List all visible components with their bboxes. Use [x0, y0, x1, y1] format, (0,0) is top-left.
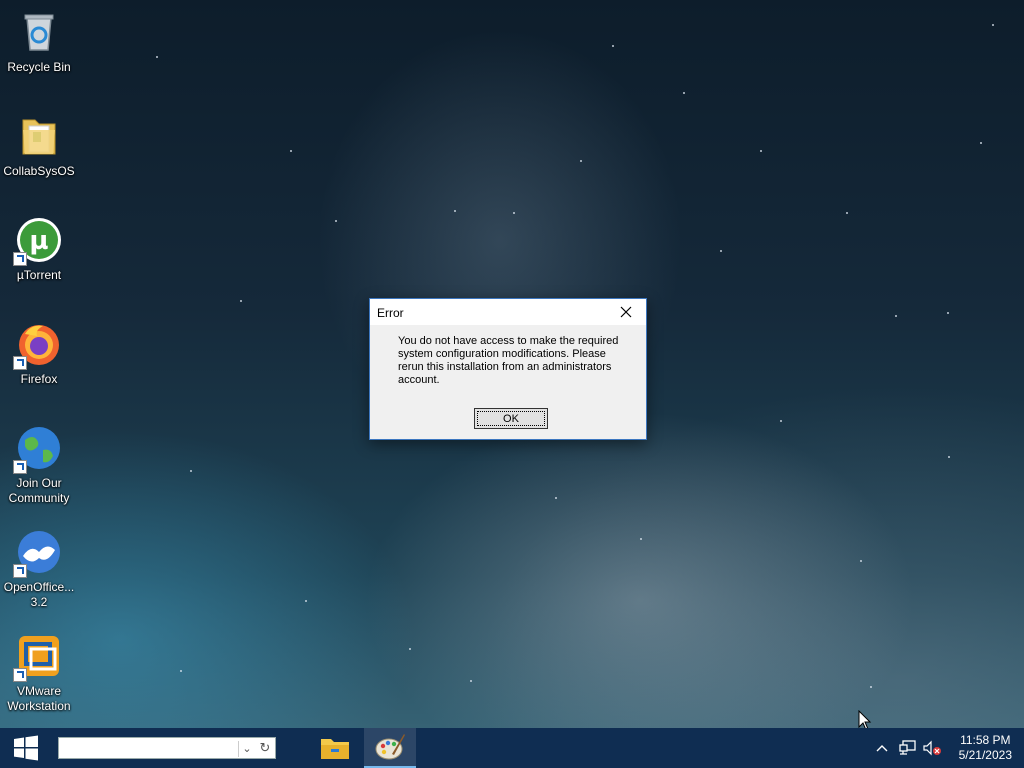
- desktop-icon-label: Join Our Community: [8, 476, 70, 505]
- chevron-up-icon: [876, 745, 888, 752]
- shortcut-arrow-icon: [13, 460, 27, 474]
- desktop-icon-collabsysos[interactable]: CollabSysOS: [0, 106, 78, 179]
- error-dialog: Error You do not have access to make the…: [369, 298, 647, 440]
- windows-logo-icon: [14, 735, 38, 761]
- shortcut-arrow-icon: [13, 668, 27, 682]
- desktop-icon-label: Firefox: [20, 372, 58, 386]
- volume-tray-button[interactable]: [920, 728, 944, 768]
- desktop-icon-firefox[interactable]: Firefox: [0, 314, 78, 387]
- close-button[interactable]: [606, 299, 646, 325]
- refresh-icon[interactable]: ↻: [257, 740, 273, 756]
- openoffice-icon: [13, 528, 63, 578]
- firefox-icon: [13, 320, 63, 370]
- taskbar-search-box[interactable]: ⌄ ↻: [58, 737, 276, 759]
- show-hidden-icons-button[interactable]: [872, 728, 892, 768]
- globe-icon: [13, 424, 63, 474]
- recycle-bin-icon: [15, 8, 63, 56]
- desktop-icon-label: VMware Workstation: [7, 684, 71, 713]
- svg-text:µ: µ: [29, 226, 48, 256]
- search-input[interactable]: [61, 739, 235, 759]
- desktop-icon-utorrent[interactable]: µ µTorrent: [0, 210, 78, 283]
- shortcut-arrow-icon: [13, 252, 27, 266]
- folder-icon: [321, 739, 349, 759]
- start-button[interactable]: [0, 728, 52, 768]
- ok-button[interactable]: OK: [474, 408, 548, 429]
- vmware-icon: [13, 632, 63, 682]
- clock[interactable]: 11:58 PM 5/21/2023: [959, 733, 1012, 763]
- dialog-titlebar[interactable]: Error: [370, 299, 646, 325]
- ok-button-label: OK: [477, 411, 545, 426]
- clock-time: 11:58 PM: [960, 733, 1011, 747]
- desktop-icon-label: µTorrent: [16, 268, 62, 282]
- shortcut-arrow-icon: [13, 564, 27, 578]
- palette-icon: [375, 734, 405, 760]
- taskbar-file-explorer[interactable]: [309, 728, 361, 768]
- desktop-icon-recycle-bin[interactable]: Recycle Bin: [0, 2, 78, 75]
- utorrent-icon: µ: [13, 216, 63, 266]
- dialog-message: You do not have access to make the requi…: [398, 335, 619, 386]
- volume-muted-icon: [923, 740, 941, 756]
- desktop-icon-label: Recycle Bin: [7, 60, 71, 74]
- desktop-icon-vmware[interactable]: VMware Workstation: [0, 626, 78, 714]
- close-icon: [620, 306, 632, 318]
- desktop-icon-label: OpenOffice... 3.2: [3, 580, 75, 609]
- dialog-title: Error: [377, 306, 404, 320]
- network-tray-button[interactable]: [896, 728, 920, 768]
- desktop-icon-join-our-community[interactable]: Join Our Community: [0, 418, 78, 506]
- desktop-icon-label: CollabSysOS: [3, 164, 75, 178]
- clock-date: 5/21/2023: [958, 748, 1012, 762]
- folder-icon: [15, 112, 63, 160]
- chevron-down-icon[interactable]: ⌄: [238, 741, 255, 757]
- taskbar: ⌄ ↻ 11:58 PM 5/21/2023: [0, 728, 1024, 768]
- shortcut-arrow-icon: [13, 356, 27, 370]
- desktop-icon-openoffice[interactable]: OpenOffice... 3.2: [0, 522, 78, 610]
- network-icon: [899, 740, 916, 755]
- taskbar-paint-app[interactable]: [364, 728, 416, 768]
